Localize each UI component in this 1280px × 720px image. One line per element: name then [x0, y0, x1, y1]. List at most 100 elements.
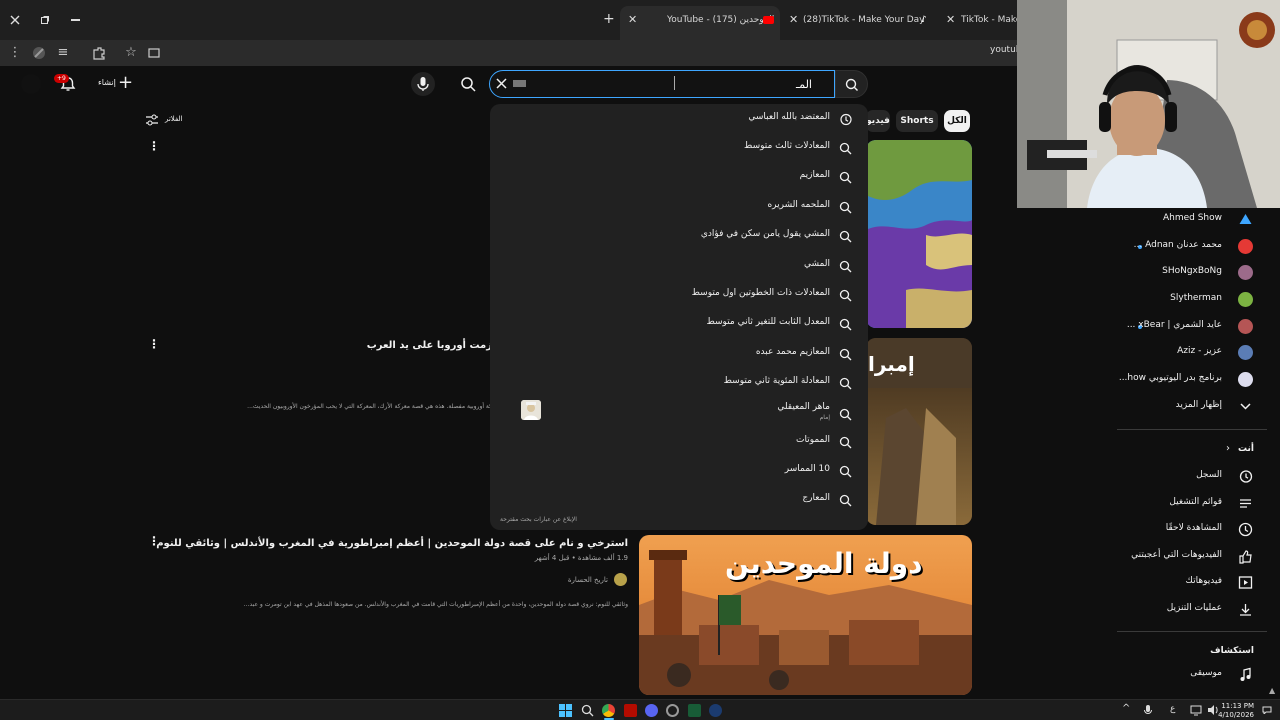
- play-square-icon: [1238, 576, 1253, 589]
- extensions-icon[interactable]: [90, 44, 108, 62]
- filters-label: الفلاتر: [165, 115, 183, 123]
- subscription-item[interactable]: برنامج بدر اليوتيوبي how...: [1118, 367, 1258, 393]
- suggestion-item[interactable]: 10 المماسر: [490, 457, 868, 486]
- tray-microphone-icon[interactable]: [1143, 704, 1153, 716]
- discord-app-icon[interactable]: [645, 704, 658, 717]
- suggestion-item[interactable]: المشي يقول يامن سكن في فؤادي: [490, 222, 868, 251]
- voice-search-button[interactable]: [411, 72, 435, 96]
- suggestion-item[interactable]: ماهر المعيقلي إمام: [490, 398, 868, 427]
- notification-center-icon[interactable]: [1262, 706, 1272, 714]
- suggestion-item[interactable]: المعدل الثابت للتغير ثاني متوسط: [490, 310, 868, 339]
- suggestion-item[interactable]: المعادلات ثالث متوسط: [490, 134, 868, 163]
- tab-close-icon[interactable]: ✕: [946, 13, 955, 26]
- search-button[interactable]: [835, 70, 868, 98]
- chip-shorts[interactable]: Shorts: [896, 110, 938, 132]
- channel-avatar: [1238, 372, 1253, 387]
- chip-all[interactable]: الكل: [944, 110, 970, 132]
- close-window-icon[interactable]: [9, 14, 21, 26]
- account-avatar[interactable]: [21, 74, 41, 94]
- media-controls-icon[interactable]: ≡: [54, 44, 72, 62]
- video-title[interactable]: استرخي و نام على قصة دولة الموحدين | أعظ…: [156, 538, 628, 549]
- video-thumbnail[interactable]: إمبرا: [866, 338, 972, 525]
- suggestion-text: 10 المماسر: [784, 464, 830, 474]
- tab-close-icon[interactable]: ✕: [789, 13, 798, 26]
- sidebar-item-downloads[interactable]: عمليات التنزيل: [1118, 597, 1258, 623]
- keyboard-language-indicator[interactable]: ع: [1170, 704, 1175, 714]
- create-button[interactable]: إنشاء +: [94, 73, 136, 94]
- video-menu-icon[interactable]: ⋮: [148, 534, 160, 548]
- video-menu-icon[interactable]: ⋮: [148, 139, 160, 153]
- channel-name[interactable]: تاريخ الحسارة: [568, 576, 608, 584]
- subscription-item[interactable]: SHoNgxBoNg: [1118, 260, 1258, 286]
- browser-toolbar: ⋮ ≡ ☆ youtul: [0, 40, 1018, 66]
- network-icon[interactable]: [1190, 704, 1202, 716]
- restore-window-icon[interactable]: [40, 15, 50, 25]
- acrobat-app-icon[interactable]: [624, 704, 637, 717]
- taskbar-clock-date[interactable]: 4/10/2026: [1218, 711, 1254, 719]
- scroll-up-arrow-icon[interactable]: ▲: [1269, 686, 1275, 695]
- subscription-item[interactable]: Slytherman: [1118, 287, 1258, 313]
- channel-avatar[interactable]: [614, 573, 627, 586]
- suggestion-text: المعازيم محمد عبده: [755, 347, 830, 357]
- browser-menu-icon[interactable]: ⋮: [6, 44, 24, 62]
- sidebar-item-playlists[interactable]: قوائم التشغيل: [1118, 491, 1258, 517]
- video-thumbnail[interactable]: [866, 140, 972, 328]
- search-icon: [845, 78, 858, 91]
- suggestion-text: المعارج: [802, 493, 830, 503]
- subscription-item[interactable]: عزيز - Aziz: [1118, 340, 1258, 366]
- you-section-header[interactable]: أنت ›: [1220, 443, 1260, 457]
- suggestion-item[interactable]: المعازيم محمد عبده: [490, 340, 868, 369]
- taskbar-clock-time[interactable]: 11:13 PM: [1221, 702, 1254, 710]
- video-thumbnail[interactable]: دولة الموحدين: [639, 535, 972, 695]
- thumbnail-overlay-text: دولة الموحدين: [725, 547, 923, 580]
- suggestion-item[interactable]: المشي: [490, 252, 868, 281]
- bookmark-star-icon[interactable]: ☆: [122, 44, 140, 62]
- tab-close-icon[interactable]: ✕: [628, 13, 637, 26]
- video-title[interactable]: زمت أوروبا على يد العرب: [367, 340, 492, 351]
- sidebar-item-history[interactable]: السجل: [1118, 464, 1258, 490]
- suggestion-item[interactable]: المموتات: [490, 428, 868, 457]
- filters-button[interactable]: الفلاتر: [145, 112, 187, 128]
- show-more-button[interactable]: إظهار المزيد: [1118, 394, 1258, 420]
- subscription-item[interactable]: Ahmed Show: [1118, 207, 1258, 233]
- report-suggestions-link[interactable]: الإبلاغ عن عبارات بحث مقترحة: [500, 516, 577, 523]
- profile-icon[interactable]: [30, 44, 48, 62]
- video-menu-icon[interactable]: ⋮: [148, 337, 160, 351]
- channel-avatar: [1239, 214, 1252, 224]
- sidebar-item-your-videos[interactable]: فيديوهاتك: [1118, 570, 1258, 596]
- sidebar-item-liked-videos[interactable]: الفيديوهات التي أعجبتني: [1118, 544, 1258, 570]
- steam-app-icon[interactable]: [709, 704, 722, 717]
- browser-tab-strip: + ✕ YouTube - الموحدين (175) ✕ (28)TikTo…: [0, 0, 1017, 40]
- subscription-item[interactable]: محمد عدنان Adnan ...: [1118, 234, 1258, 260]
- suggestion-item[interactable]: المعتضد بالله العباسي: [490, 105, 868, 134]
- new-tab-button[interactable]: +: [603, 12, 615, 26]
- suggestion-item[interactable]: المعازيم: [490, 163, 868, 192]
- suggestion-item[interactable]: المعادلات ذات الخطوتين اول متوسط: [490, 281, 868, 310]
- settings-app-icon[interactable]: [666, 704, 679, 717]
- suggestion-item[interactable]: المعارج: [490, 486, 868, 515]
- search-input[interactable]: [512, 77, 812, 91]
- sidebar-item-watch-later[interactable]: المشاهدة لاحقًا: [1118, 517, 1258, 543]
- tab-title: YouTube - الموحدين (175): [667, 15, 775, 25]
- subscription-item[interactable]: عايد الشمري | xBear ...: [1118, 314, 1258, 340]
- suggestion-item[interactable]: الملحمه الشريره: [490, 193, 868, 222]
- excel-app-icon[interactable]: [688, 704, 701, 717]
- screenshot-icon[interactable]: [145, 44, 163, 62]
- start-menu-icon[interactable]: [559, 704, 572, 717]
- clear-search-icon[interactable]: [495, 77, 508, 90]
- minimize-window-icon[interactable]: [71, 19, 80, 21]
- tab-tiktok-2[interactable]: ✕ TikTok - Make Y: [944, 8, 1017, 34]
- taskbar-search-icon[interactable]: [581, 704, 594, 717]
- search-icon: [839, 289, 852, 302]
- tab-tiktok-1[interactable]: ✕ (28)TikTok - Make Your Day ♪: [785, 8, 940, 34]
- suggestion-item[interactable]: المعادلة المئوية ثاني متوسط: [490, 369, 868, 398]
- sidebar-item-music[interactable]: موسيقى: [1118, 662, 1258, 688]
- chip-videos[interactable]: فيديو: [866, 110, 890, 132]
- search-toggle-icon[interactable]: [460, 76, 476, 92]
- tab-youtube[interactable]: ✕ YouTube - الموحدين (175): [620, 6, 780, 40]
- history-icon: [840, 113, 852, 126]
- chrome-app-icon[interactable]: [602, 704, 615, 717]
- search-icon: [839, 260, 852, 273]
- address-bar-text[interactable]: youtul: [990, 45, 1018, 55]
- tray-overflow-icon[interactable]: ^: [1122, 703, 1130, 714]
